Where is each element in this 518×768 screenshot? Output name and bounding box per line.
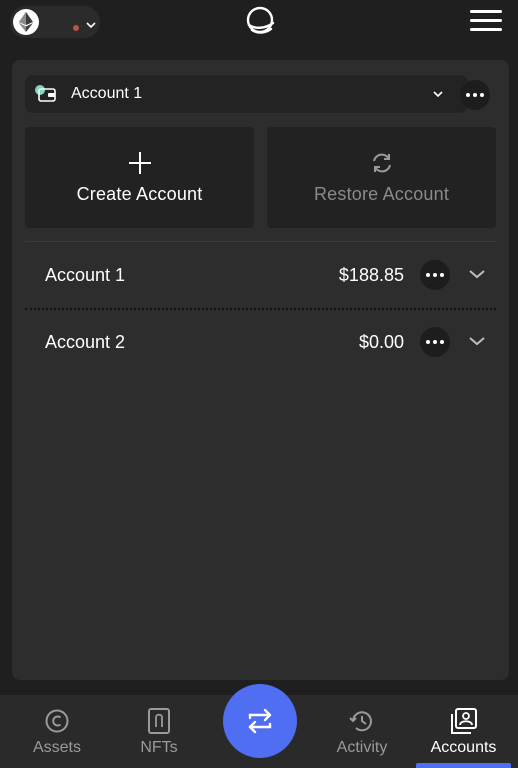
accounts-icon (450, 708, 477, 734)
refresh-icon (372, 153, 391, 173)
selected-account-label: Account 1 (71, 85, 143, 102)
more-options-icon[interactable] (460, 80, 490, 110)
wallet-icon (35, 85, 56, 102)
nav-item-nfts[interactable]: NFTs (124, 695, 194, 768)
swap-button[interactable] (223, 684, 297, 758)
nav-label: Activity (336, 739, 388, 756)
more-options-icon[interactable] (420, 327, 450, 357)
swap-arrows-icon (248, 708, 272, 734)
divider (25, 308, 496, 310)
restore-account-button[interactable]: Restore Account (267, 127, 496, 228)
divider (25, 241, 496, 242)
nav-label: Accounts (430, 739, 497, 756)
nav-item-assets[interactable]: Assets (20, 695, 94, 768)
history-icon (349, 711, 372, 732)
chevron-down-icon[interactable] (468, 335, 486, 347)
account-selector[interactable]: Account 1 (25, 75, 468, 113)
nft-card-icon (148, 708, 170, 734)
account-row[interactable]: Account 2 $0.00 (25, 318, 496, 368)
chevron-down-icon (433, 91, 443, 98)
plus-icon (128, 152, 151, 174)
nav-label: Assets (32, 739, 81, 756)
network-selector[interactable] (10, 6, 100, 38)
active-tab-indicator (416, 763, 511, 768)
app-root: Account 1 Create Account Restore Account (0, 0, 518, 768)
nav-item-activity[interactable]: Activity (324, 695, 400, 768)
ethereum-icon (13, 9, 39, 35)
account-balance: $188.85 (338, 265, 404, 285)
app-logo-icon[interactable] (243, 5, 277, 39)
account-name: Account 2 (45, 332, 126, 352)
chevron-down-icon[interactable] (468, 268, 486, 280)
network-status-dot (73, 25, 79, 31)
nav-item-accounts[interactable]: Accounts (416, 695, 511, 768)
account-row[interactable]: Account 1 $188.85 (25, 251, 496, 301)
more-options-icon[interactable] (420, 260, 450, 290)
create-account-button[interactable]: Create Account (25, 127, 254, 228)
nav-label: NFTs (140, 739, 178, 756)
account-name: Account 1 (45, 265, 126, 285)
account-balance: $0.00 (358, 332, 404, 352)
coin-icon (45, 709, 69, 733)
hamburger-menu-icon[interactable] (470, 10, 502, 34)
accounts-card: Account 1 Create Account Restore Account (12, 60, 509, 680)
header (0, 0, 518, 46)
create-account-label: Create Account (76, 184, 203, 204)
chevron-down-icon (86, 22, 96, 29)
restore-account-label: Restore Account (313, 184, 450, 204)
